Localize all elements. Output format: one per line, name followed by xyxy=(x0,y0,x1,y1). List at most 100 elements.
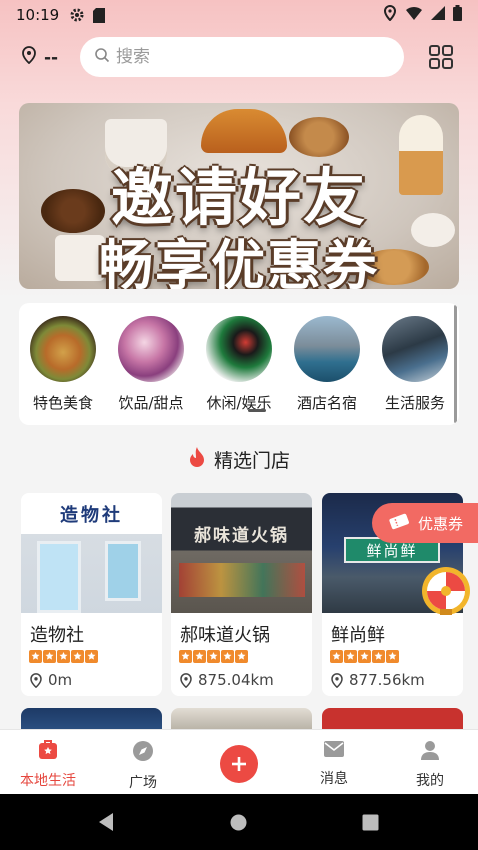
search-input[interactable] xyxy=(116,47,376,67)
star-icon xyxy=(85,650,98,663)
category-label: 特色美食 xyxy=(32,394,93,412)
store-card[interactable]: 郝味道火锅 郝味道火锅 875.04km xyxy=(171,493,312,696)
star-icon xyxy=(43,650,56,663)
store-image: 郝味道火锅 xyxy=(171,493,312,613)
store-rating xyxy=(179,650,248,663)
star-icon xyxy=(179,650,192,663)
store-sign: 鲜尚鲜 xyxy=(366,542,418,560)
category-food[interactable]: 特色美食 xyxy=(19,316,107,413)
hotel-category-image xyxy=(294,316,360,382)
location-selector[interactable]: -- xyxy=(22,46,58,69)
location-pin-icon xyxy=(331,672,343,688)
store-card-partial[interactable] xyxy=(171,708,312,730)
distance-text: 0m xyxy=(48,671,73,689)
home-icon[interactable] xyxy=(230,814,247,831)
section-title: 精选门店 xyxy=(213,450,290,472)
nav-plaza[interactable]: 广场 xyxy=(103,740,183,792)
featured-stores-heading: 精选门店 xyxy=(0,446,478,473)
store-distance: 875.04km xyxy=(180,671,274,689)
store-image: 造物社 xyxy=(21,493,162,613)
star-icon xyxy=(235,650,248,663)
promo-banner[interactable]: 邀请好友 畅享优惠券 xyxy=(19,103,459,289)
nav-label: 我的 xyxy=(416,773,444,789)
person-icon xyxy=(421,741,439,760)
category-label: 休闲/娱乐 xyxy=(206,394,272,412)
store-name: 郝味道火锅 xyxy=(180,625,270,646)
store-card[interactable]: 造物社 造物社 0m xyxy=(21,493,162,696)
recents-icon[interactable] xyxy=(362,814,379,831)
header: -- xyxy=(0,34,478,82)
store-window xyxy=(105,541,141,601)
store-rating xyxy=(330,650,399,663)
battery-icon xyxy=(453,5,462,25)
star-icon xyxy=(71,650,84,663)
signal-icon xyxy=(431,6,445,24)
category-label: 生活服务 xyxy=(384,394,445,412)
search-icon xyxy=(94,47,110,67)
nav-label: 本地生活 xyxy=(20,773,76,789)
nav-profile[interactable]: 我的 xyxy=(390,740,470,790)
sd-card-icon xyxy=(93,7,106,23)
nav-messages[interactable]: 消息 xyxy=(294,740,374,788)
category-grid-button[interactable] xyxy=(428,44,454,70)
store-name: 鲜尚鲜 xyxy=(331,625,385,646)
location-pin-icon xyxy=(22,46,36,69)
category-strip: 特色美食 饮品/甜点 休闲/娱乐 酒店名宿 生活服务 xyxy=(19,303,459,425)
star-icon xyxy=(386,650,399,663)
search-bar[interactable] xyxy=(80,37,404,77)
store-window xyxy=(37,541,81,613)
star-icon xyxy=(372,650,385,663)
location-text: -- xyxy=(44,47,59,68)
location-pin-icon xyxy=(180,672,192,688)
banner-title-line2: 畅享优惠券 xyxy=(99,234,379,289)
star-icon xyxy=(221,650,234,663)
store-name: 造物社 xyxy=(30,625,84,646)
status-time: 10:19 xyxy=(16,6,60,24)
store-sign: 郝味道火锅 xyxy=(194,526,289,546)
back-icon[interactable] xyxy=(97,812,115,832)
category-drinks[interactable]: 饮品/甜点 xyxy=(107,316,195,413)
leisure-category-image xyxy=(206,316,272,382)
coupon-label: 优惠券 xyxy=(418,514,464,533)
prize-wheel-icon xyxy=(422,567,470,615)
distance-text: 875.04km xyxy=(198,671,274,689)
location-pin-icon xyxy=(30,672,42,688)
location-status-icon xyxy=(383,4,397,25)
store-distance: 877.56km xyxy=(331,671,425,689)
category-services[interactable]: 生活服务 xyxy=(371,316,459,413)
flame-icon xyxy=(188,446,206,473)
category-label: 酒店名宿 xyxy=(296,394,357,412)
distance-text: 877.56km xyxy=(349,671,425,689)
store-bag-icon xyxy=(39,740,57,759)
food-category-image xyxy=(30,316,96,382)
store-card-partial[interactable] xyxy=(322,708,463,730)
star-icon xyxy=(207,650,220,663)
nav-label: 消息 xyxy=(320,771,348,787)
nav-local-life[interactable]: 本地生活 xyxy=(8,740,88,790)
plus-icon xyxy=(232,757,246,771)
bottom-nav: 本地生活 广场 消息 我的 xyxy=(0,729,478,794)
lucky-wheel-button[interactable] xyxy=(420,565,472,617)
services-category-image xyxy=(382,316,448,382)
coupon-button[interactable]: 优惠券 xyxy=(372,503,478,543)
star-icon xyxy=(344,650,357,663)
status-bar: 10:19 xyxy=(0,0,478,30)
star-icon xyxy=(193,650,206,663)
category-hotel[interactable]: 酒店名宿 xyxy=(283,316,371,413)
grid-icon xyxy=(429,45,453,69)
star-icon xyxy=(29,650,42,663)
store-rating xyxy=(29,650,98,663)
settings-icon xyxy=(69,7,85,23)
ticket-icon xyxy=(388,512,410,534)
store-distance: 0m xyxy=(30,671,72,689)
store-card-partial[interactable] xyxy=(21,708,162,730)
star-icon xyxy=(330,650,343,663)
wifi-icon xyxy=(405,6,423,25)
star-icon xyxy=(57,650,70,663)
category-scrollbar[interactable] xyxy=(454,305,457,423)
add-button[interactable] xyxy=(220,745,258,783)
system-nav-bar xyxy=(0,794,478,850)
category-leisure[interactable]: 休闲/娱乐 xyxy=(195,316,283,413)
star-icon xyxy=(358,650,371,663)
nav-label: 广场 xyxy=(129,775,157,791)
